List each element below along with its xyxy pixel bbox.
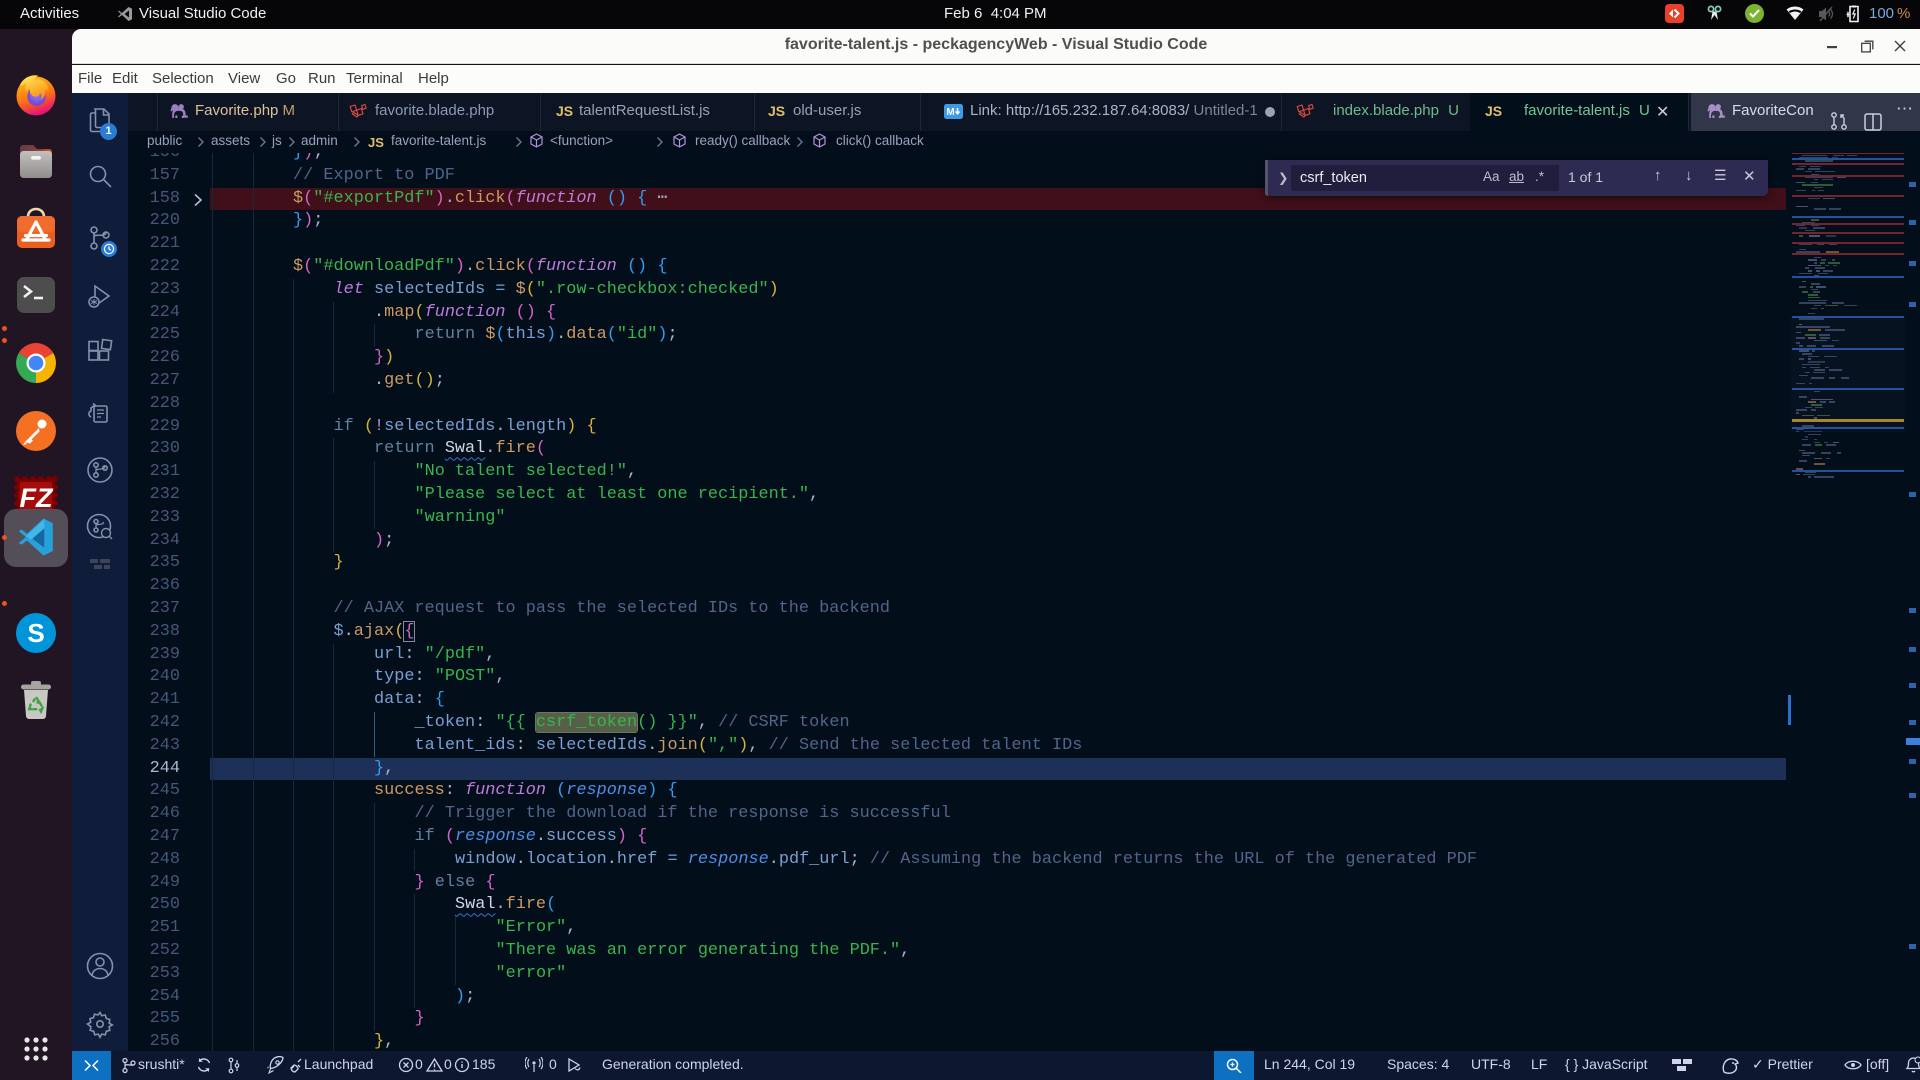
svg-text:M: M xyxy=(946,107,954,118)
svg-text:S: S xyxy=(27,618,44,648)
